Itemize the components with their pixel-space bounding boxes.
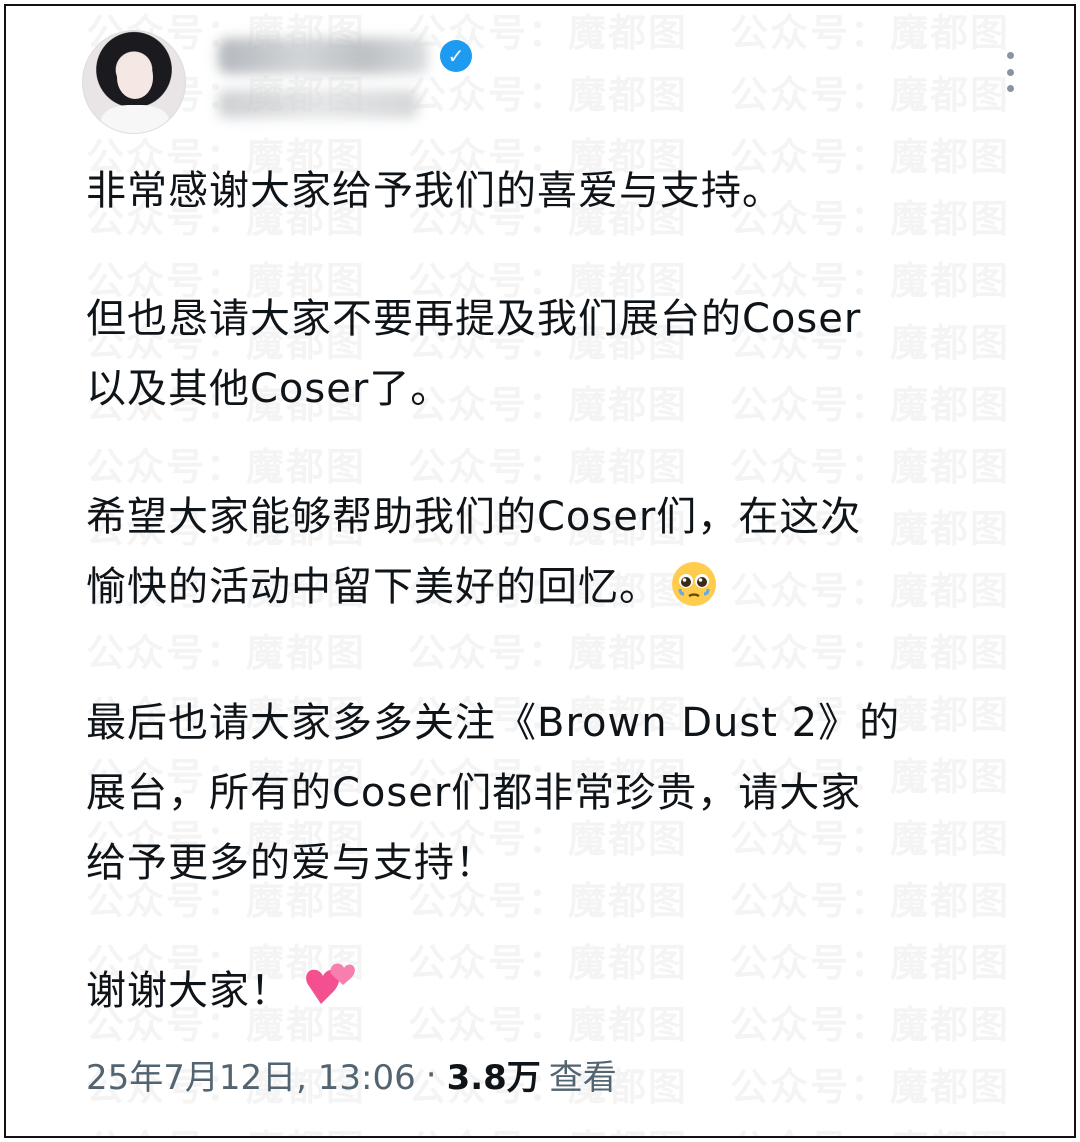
- watermark-text: 公众号：魔都图: [408, 1118, 688, 1136]
- avatar[interactable]: [82, 30, 186, 134]
- author-handle-blurred: [218, 90, 418, 118]
- watermark-text: 公众号：魔都图: [86, 1118, 366, 1136]
- author-name-blurred[interactable]: [218, 38, 428, 74]
- tweet-text: 非常感谢大家给予我们的喜爱与支持。 但也恳请大家不要再提及我们展台的Coser …: [86, 156, 1016, 1034]
- tweet-header: ✓: [78, 24, 1018, 134]
- views-label: 查看: [548, 1058, 617, 1098]
- paragraph-hope: 希望大家能够帮助我们的Coser们，在这次 愉快的活动中留下美好的回忆。: [86, 482, 1016, 630]
- watermark-row: 公众号：魔都图 公众号：魔都图 公众号：魔都图: [86, 1118, 1010, 1136]
- author-block[interactable]: ✓: [218, 38, 472, 118]
- timestamp[interactable]: 25年7月12日, 13:06: [86, 1050, 416, 1099]
- views-count: 3.8万: [446, 1058, 541, 1098]
- screenshot-frame: 公众号：魔都图公众号：魔都图公众号：魔都图公众号：魔都图公众号：魔都图公众号：魔…: [4, 4, 1076, 1138]
- paragraph-thanks: 非常感谢大家给予我们的喜爱与支持。: [86, 168, 783, 214]
- pleading-face-emoji: [670, 560, 718, 630]
- paragraph-follow: 最后也请大家多多关注《Brown Dust 2》的 展台，所有的Coser们都非…: [86, 700, 901, 886]
- watermark-text: 公众号：魔都图: [730, 1118, 1010, 1136]
- meta-separator: ·: [425, 1054, 437, 1095]
- paragraph-request: 但也恳请大家不要再提及我们展台的Coser 以及其他Coser了。: [86, 296, 862, 412]
- two-hearts-emoji: [301, 960, 357, 1034]
- tweet-meta: 25年7月12日, 13:06 · 3.8万 查看: [86, 1050, 617, 1099]
- watermark-text: 公众号：魔都图: [730, 1056, 1010, 1111]
- verified-badge-icon: ✓: [440, 40, 472, 72]
- paragraph-closing: 谢谢大家！: [86, 956, 1016, 1034]
- more-vertical-icon[interactable]: [1000, 52, 1020, 92]
